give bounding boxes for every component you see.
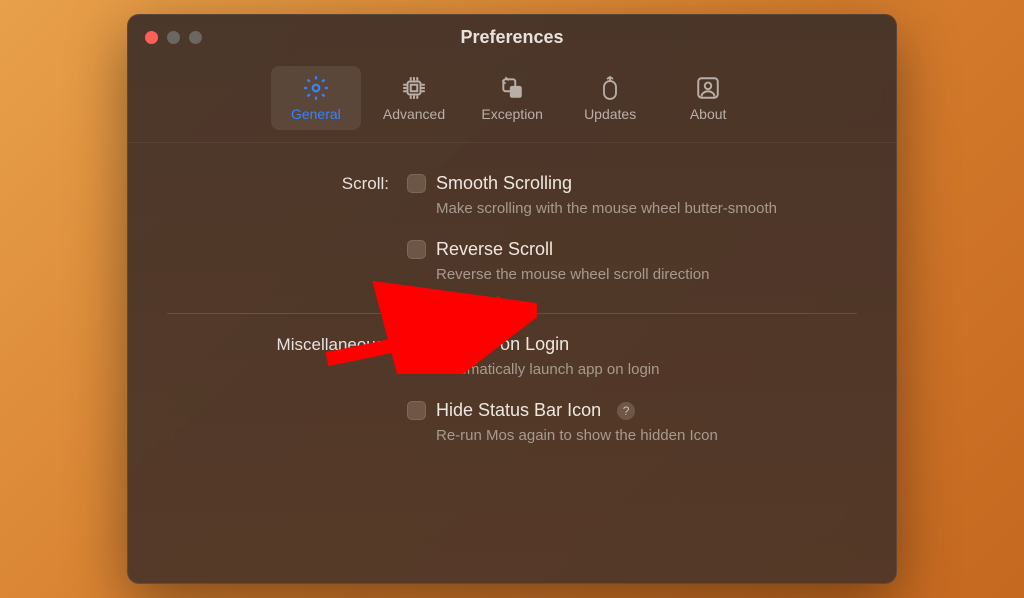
gear-icon: [302, 74, 330, 102]
updates-icon: [596, 74, 624, 102]
launch-on-login-label: Launch on Login: [436, 334, 569, 355]
smooth-scrolling-checkbox[interactable]: [407, 174, 426, 193]
smooth-scrolling-description: Make scrolling with the mouse wheel butt…: [436, 198, 857, 219]
tab-updates[interactable]: Updates: [565, 66, 655, 130]
reverse-scroll-description: Reverse the mouse wheel scroll direction: [436, 264, 857, 285]
hide-status-bar-description: Re-run Mos again to show the hidden Icon: [436, 425, 857, 446]
traffic-lights: [127, 31, 202, 44]
titlebar: Preferences: [127, 14, 897, 60]
window-title: Preferences: [127, 27, 897, 48]
hide-status-bar-label: Hide Status Bar Icon: [436, 400, 601, 421]
launch-on-login-checkbox[interactable]: [407, 335, 426, 354]
launch-on-login-description: Automatically launch app on login: [436, 359, 857, 380]
tab-label: General: [291, 106, 341, 122]
section-label: Scroll:: [167, 173, 407, 305]
tab-label: Exception: [481, 106, 542, 122]
hide-status-bar-checkbox[interactable]: [407, 401, 426, 420]
section-label: Miscellaneous:: [167, 334, 407, 466]
maximize-button[interactable]: [189, 31, 202, 44]
close-button[interactable]: [145, 31, 158, 44]
tab-advanced[interactable]: Advanced: [369, 66, 459, 130]
smooth-scrolling-label: Smooth Scrolling: [436, 173, 572, 194]
divider: [167, 313, 857, 314]
reverse-scroll-checkbox[interactable]: [407, 240, 426, 259]
tab-label: About: [690, 106, 727, 122]
minimize-button[interactable]: [167, 31, 180, 44]
reverse-scroll-label: Reverse Scroll: [436, 239, 553, 260]
tab-general[interactable]: General: [271, 66, 361, 130]
person-icon: [694, 74, 722, 102]
misc-section: Miscellaneous: Launch on Login Automatic…: [167, 334, 857, 466]
windows-icon: [498, 74, 526, 102]
chip-icon: [400, 74, 428, 102]
tab-about[interactable]: About: [663, 66, 753, 130]
preferences-window: Preferences General Advanced: [127, 14, 897, 584]
tab-exception[interactable]: Exception: [467, 66, 557, 130]
toolbar: General Advanced Exception: [127, 60, 897, 143]
scroll-section: Scroll: Smooth Scrolling Make scrolling …: [167, 173, 857, 305]
content-area: Scroll: Smooth Scrolling Make scrolling …: [127, 143, 897, 494]
help-icon[interactable]: ?: [617, 402, 635, 420]
tab-label: Updates: [584, 106, 636, 122]
tab-label: Advanced: [383, 106, 445, 122]
